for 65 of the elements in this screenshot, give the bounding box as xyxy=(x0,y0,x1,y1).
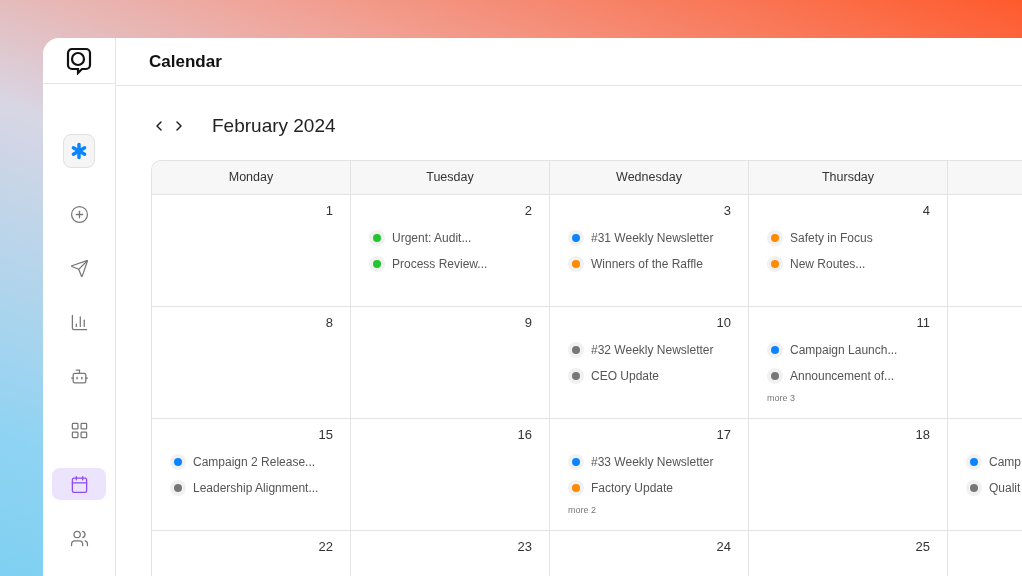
day-number: 10 xyxy=(716,314,731,331)
calendar-event[interactable]: Safety in Focus xyxy=(767,229,930,247)
more-link[interactable]: more 2 xyxy=(568,504,596,518)
event-title: Campaign 2 Release... xyxy=(193,454,316,471)
paper-plane-icon xyxy=(69,258,89,278)
event-title: #32 Weekly Newsletter xyxy=(591,342,714,359)
day-number: 4 xyxy=(922,202,930,219)
calendar-event[interactable]: Factory Update xyxy=(568,479,731,497)
day-number: 1 xyxy=(325,202,333,219)
calendar-event[interactable]: Urgent: Audit... xyxy=(369,229,532,247)
weekday-header: Thursday xyxy=(821,169,875,187)
calendar-icon xyxy=(69,474,89,494)
event-title: Factory Update xyxy=(591,480,674,497)
page-title: Calendar xyxy=(149,50,222,73)
weekday-header: Tuesday xyxy=(426,169,474,187)
day-number: 24 xyxy=(716,538,731,555)
grid-icon xyxy=(69,420,89,440)
calendar-event[interactable]: Qualit xyxy=(966,479,1022,497)
sidebar-item[interactable] xyxy=(52,468,106,500)
event-title: Qualit xyxy=(989,480,1021,497)
day-number: 25 xyxy=(915,538,930,555)
calendar-event[interactable]: Campaign 2 Release... xyxy=(170,453,333,471)
day-number: 3 xyxy=(723,202,731,219)
more-link[interactable]: more 3 xyxy=(767,392,795,406)
logo-icon xyxy=(66,46,92,75)
calendar-event[interactable]: Winners of the Raffle xyxy=(568,255,731,273)
month-title: February 2024 xyxy=(212,113,336,138)
event-title: Leadership Alignment... xyxy=(193,480,319,497)
event-title: Process Review... xyxy=(392,256,488,273)
calendar-event[interactable]: #33 Weekly Newsletter xyxy=(568,453,731,471)
day-number: 22 xyxy=(318,538,333,555)
event-title: Announcement of... xyxy=(790,368,895,385)
day-number: 18 xyxy=(915,426,930,443)
day-number: 2 xyxy=(524,202,532,219)
calendar-event[interactable]: #32 Weekly Newsletter xyxy=(568,341,731,359)
event-title: #31 Weekly Newsletter xyxy=(591,230,714,247)
workspace-button[interactable] xyxy=(63,134,95,168)
day-number: 17 xyxy=(716,426,731,443)
calendar-event[interactable]: New Routes... xyxy=(767,255,930,273)
day-number: 15 xyxy=(318,426,333,443)
weekday-header: Wednesday xyxy=(616,169,682,187)
event-title: Camp xyxy=(989,454,1021,471)
users-icon xyxy=(69,528,89,548)
calendar-event[interactable]: CEO Update xyxy=(568,367,731,385)
event-title: New Routes... xyxy=(790,256,866,273)
day-number: 9 xyxy=(524,314,532,331)
bar-chart-icon xyxy=(69,312,89,332)
add-icon xyxy=(69,204,89,224)
event-title: CEO Update xyxy=(591,368,660,385)
day-number: 8 xyxy=(325,314,333,331)
calendar-event[interactable]: Campaign Launch... xyxy=(767,341,930,359)
weekday-header: Monday xyxy=(228,169,274,187)
event-title: Safety in Focus xyxy=(790,230,873,247)
calendar-event[interactable]: Process Review... xyxy=(369,255,532,273)
event-title: #33 Weekly Newsletter xyxy=(591,454,714,471)
calendar-event[interactable]: Announcement of... xyxy=(767,367,930,385)
calendar-event[interactable]: Camp xyxy=(966,453,1022,471)
event-title: Campaign Launch... xyxy=(790,342,898,359)
day-number: 11 xyxy=(916,314,930,331)
event-title: Urgent: Audit... xyxy=(392,230,472,247)
day-number: 16 xyxy=(517,426,532,443)
day-number: 23 xyxy=(517,538,532,555)
calendar-event[interactable]: #31 Weekly Newsletter xyxy=(568,229,731,247)
event-title: Winners of the Raffle xyxy=(591,256,703,273)
calendar-event[interactable]: Leadership Alignment... xyxy=(170,479,333,497)
